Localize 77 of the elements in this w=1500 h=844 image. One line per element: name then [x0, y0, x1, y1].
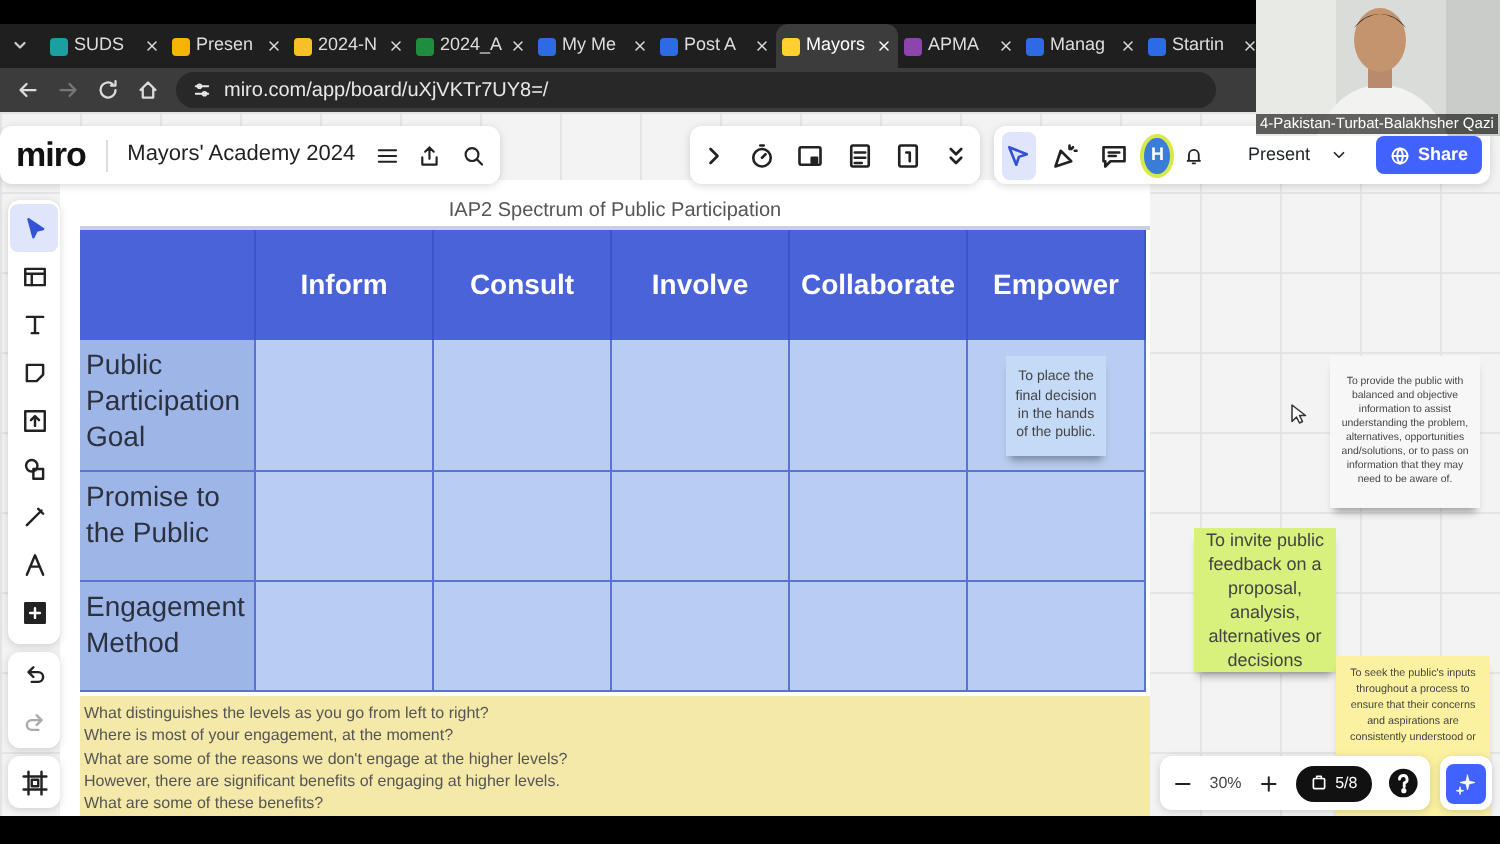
- sticky-note[interactable]: To invite public feedback on a proposal, analysis, alternatives or decisions: [1194, 528, 1336, 672]
- browser-tab[interactable]: Mayors: [776, 24, 898, 68]
- share-button[interactable]: Share: [1375, 135, 1482, 175]
- question-text: What distinguishes the levels as you go from left to right?: [84, 702, 491, 725]
- text-a-icon: [21, 551, 47, 577]
- ai-assist-button[interactable]: [1446, 763, 1486, 803]
- back-icon[interactable]: [16, 78, 40, 102]
- reload-icon[interactable]: [96, 78, 120, 102]
- row-label: Promise to the Public: [80, 472, 256, 582]
- counter-icon: [893, 141, 922, 169]
- close-icon[interactable]: [388, 38, 404, 54]
- forward-icon[interactable]: [56, 78, 80, 102]
- select-cursor-tool[interactable]: [10, 204, 58, 252]
- frame-title: IAP2 Spectrum of Public Participation: [446, 198, 784, 226]
- miro-logo[interactable]: miro: [16, 129, 86, 181]
- column-header: Inform: [256, 230, 434, 340]
- shapes-icon: [21, 455, 47, 481]
- globe-icon: [1389, 145, 1410, 165]
- column-header: Collaborate: [790, 230, 968, 340]
- browser-tab[interactable]: Startin: [1142, 24, 1264, 68]
- browser-tab[interactable]: 2024_A: [410, 24, 532, 68]
- comment-icon: [1100, 141, 1129, 169]
- home-icon[interactable]: [136, 78, 160, 102]
- address-field[interactable]: miro.com/app/board/uXjVKTr7UY8=/: [176, 72, 1216, 108]
- close-icon[interactable]: [510, 38, 526, 54]
- site-settings-icon[interactable]: [192, 80, 212, 100]
- question-text: Where is most of your engagement, at the moment?: [84, 724, 456, 748]
- close-icon[interactable]: [1120, 38, 1136, 54]
- close-icon[interactable]: [144, 38, 160, 54]
- frame-icon[interactable]: [21, 769, 47, 795]
- caret-icon: [1329, 146, 1348, 164]
- zoom-level[interactable]: 30%: [1209, 771, 1242, 795]
- column-header: Consult: [434, 230, 612, 340]
- template-icon: [21, 263, 47, 289]
- help-icon[interactable]: [1387, 766, 1418, 800]
- upload-icon: [21, 407, 47, 433]
- sparkle-icon: [1454, 771, 1478, 795]
- browser-tab[interactable]: APMA: [898, 24, 1020, 68]
- close-icon[interactable]: [632, 38, 648, 54]
- close-icon[interactable]: [754, 38, 770, 54]
- page-counter[interactable]: 5/8: [1295, 765, 1372, 801]
- row-label: Public Participation Goal: [80, 340, 256, 472]
- close-icon[interactable]: [998, 38, 1014, 54]
- mouse-cursor-icon: [1286, 402, 1310, 426]
- add-icon: [21, 599, 47, 625]
- column-header: Involve: [612, 230, 790, 340]
- present-button[interactable]: Present: [1233, 135, 1362, 175]
- question-text: However, there are significant benefits of engaging at higher levels.: [84, 769, 562, 793]
- question-text: What are some of the reasons we don't engage at the higher levels?: [84, 747, 570, 770]
- column-header: Empower: [968, 230, 1146, 340]
- undo-icon[interactable]: [21, 663, 47, 689]
- text-tool-icon: [21, 311, 47, 337]
- close-icon[interactable]: [1242, 38, 1258, 54]
- browser-tab[interactable]: Presen: [166, 24, 288, 68]
- zoom-in-icon[interactable]: [1257, 771, 1280, 795]
- celebrate-icon: [1052, 141, 1081, 169]
- browser-tab[interactable]: Post A: [654, 24, 776, 68]
- select-cursor-icon: [21, 215, 47, 241]
- timer-icon: [748, 141, 777, 169]
- reaction-cursor-icon: [1004, 141, 1033, 169]
- export-icon[interactable]: [418, 141, 442, 169]
- browser-tab[interactable]: Manag: [1020, 24, 1142, 68]
- browser-tab[interactable]: My Me: [532, 24, 654, 68]
- search-icon[interactable]: [461, 141, 485, 169]
- browser-tab[interactable]: 2024-N: [288, 24, 410, 68]
- user-avatar[interactable]: H: [1144, 137, 1171, 173]
- board-title[interactable]: Mayors' Academy 2024: [127, 138, 356, 172]
- slides-icon: [1309, 774, 1328, 792]
- close-icon[interactable]: [266, 38, 282, 54]
- row-label: Engagement Method: [80, 582, 256, 692]
- pen-icon: [21, 503, 47, 529]
- sticky-note-icon: [21, 359, 47, 385]
- card-icon: [796, 141, 825, 169]
- browser-tab[interactable]: SUDS: [44, 24, 166, 68]
- notes-icon: [845, 141, 874, 169]
- question-text: What are some of these benefits?: [84, 792, 326, 815]
- reaction-cursor-button[interactable]: [1002, 131, 1036, 179]
